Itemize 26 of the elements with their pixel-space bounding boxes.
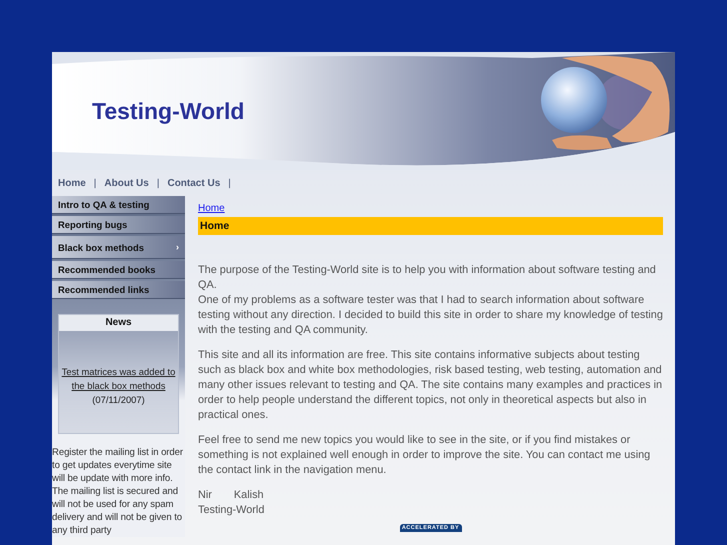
site-title: Testing-World [92,98,244,125]
nav-separator: | [228,178,231,188]
signature-text: Nir [198,488,212,503]
nav-separator: | [94,178,96,188]
nav-link[interactable]: About Us [104,178,149,188]
menu-item[interactable]: Black box methods › [52,236,185,259]
signature-text: Testing-World [198,503,264,518]
nav-link[interactable]: Home [58,178,86,188]
signature-text: Kalish [234,488,264,503]
menu-item[interactable]: Recommended books [52,261,185,279]
news-date: (07/11/2007) [91,393,146,407]
menu-item[interactable]: Reporting bugs [52,216,185,234]
caret-icon: › [176,242,179,252]
menu-item[interactable]: Recommended links [52,281,185,299]
paragraph: This site and all its information are free. This site contains informative subjects about testing such as black box and white box methodologies, risk based testing, web testing, automation and many other issues relevant to testing and QA. The site contains many examples and practices in order to help people understand the different topics, not only in theoretical aspects but also in practical ones. [198,348,663,423]
breadcrumb-link[interactable]: Home [198,203,225,214]
mailing-list-note: Register the mailing list in order to get updates everytime site will be update with more info. The mailing list is secured and will not be used for any spam delivery and will not be given to any third party [52,446,184,537]
page-heading: Home [198,217,663,235]
paragraph: The purpose of the Testing-World site is to help you with information about software testing and QA. [198,263,657,293]
paragraph: One of my problems as a software tester was that I had to search information about software testing without any direction. I decided to build this site in order to share my knowledge of testing with the testing and QA community. [198,293,663,338]
news-title: News [59,315,178,331]
news-link[interactable]: Test matrices was added to the black box methods [61,365,176,393]
nav-link[interactable]: Contact Us [167,178,220,188]
nav-separator: | [156,178,160,188]
menu-item[interactable]: Intro to QA & testing [52,196,185,214]
paragraph: Feel free to send me new topics you would like to see in the site, or if you find mistakes or something is not explained well enough in order to improve the site. You can contact me using the contact link in the navigation menu. [198,433,652,478]
